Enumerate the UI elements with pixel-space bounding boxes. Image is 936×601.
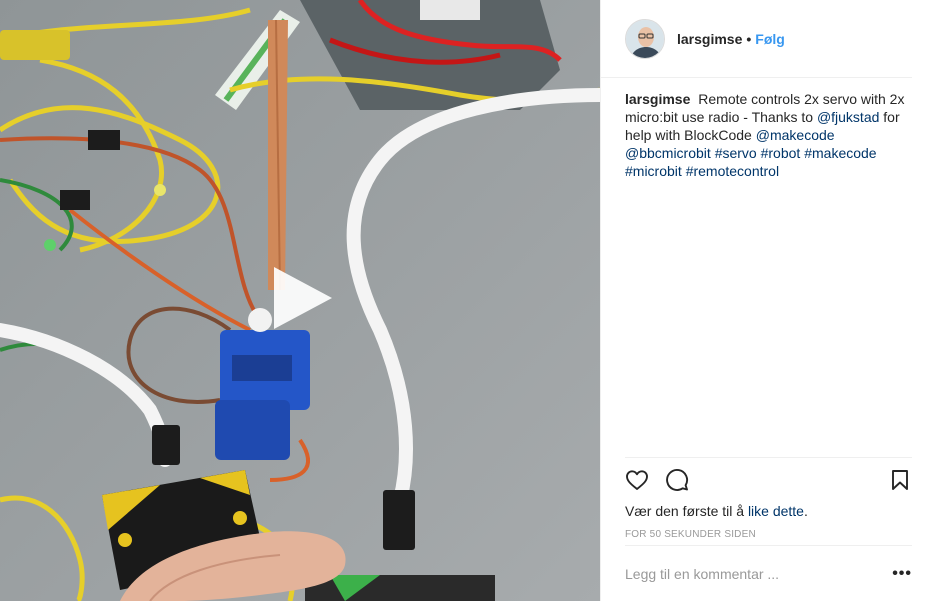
hashtag-link[interactable]: #microbit [625,163,682,179]
header-user-line: larsgimse • Følg [677,31,785,47]
comment-input[interactable] [625,565,875,582]
hashtag-link[interactable]: #servo [715,145,757,161]
comment-bar: ••• [625,545,912,601]
mention-link[interactable]: @bbcmicrobit [625,145,711,161]
mention-link[interactable]: @fjukstad [817,109,879,125]
instagram-post: larsgimse • Følg larsgimse Remote contro… [0,0,936,601]
mention-link[interactable]: @makecode [756,127,835,143]
action-icons [625,458,912,502]
post-header: larsgimse • Følg [601,0,912,78]
play-icon[interactable] [266,263,336,333]
header-username[interactable]: larsgimse [677,31,742,47]
post-actions: Vær den første til å like dette. FOR 50 … [625,457,912,540]
hashtag-link[interactable]: #makecode [804,145,876,161]
post-caption: larsgimse Remote controls 2x servo with … [601,78,936,456]
header-separator: • [746,30,752,47]
likes-prefix: Vær den første til å [625,503,745,519]
follow-button[interactable]: Følg [755,31,785,47]
hashtag-link[interactable]: #robot [761,145,801,161]
like-link[interactable]: like dette [748,503,804,519]
video-media[interactable] [0,0,600,601]
heart-icon[interactable] [625,468,649,492]
user-avatar-icon [626,19,664,58]
post-timestamp[interactable]: FOR 50 SEKUNDER SIDEN [625,529,912,540]
bookmark-icon[interactable] [888,468,912,492]
caption-username[interactable]: larsgimse [625,91,690,107]
hashtag-link[interactable]: #remotecontrol [686,163,779,179]
likes-suffix: . [803,503,808,519]
more-options-button[interactable]: ••• [892,565,912,583]
avatar[interactable] [625,18,665,59]
post-sidebar: larsgimse • Følg larsgimse Remote contro… [600,0,936,601]
likes-line: Vær den første til å like dette. [625,502,912,520]
comment-icon[interactable] [665,468,689,492]
action-icons-left [625,468,689,492]
